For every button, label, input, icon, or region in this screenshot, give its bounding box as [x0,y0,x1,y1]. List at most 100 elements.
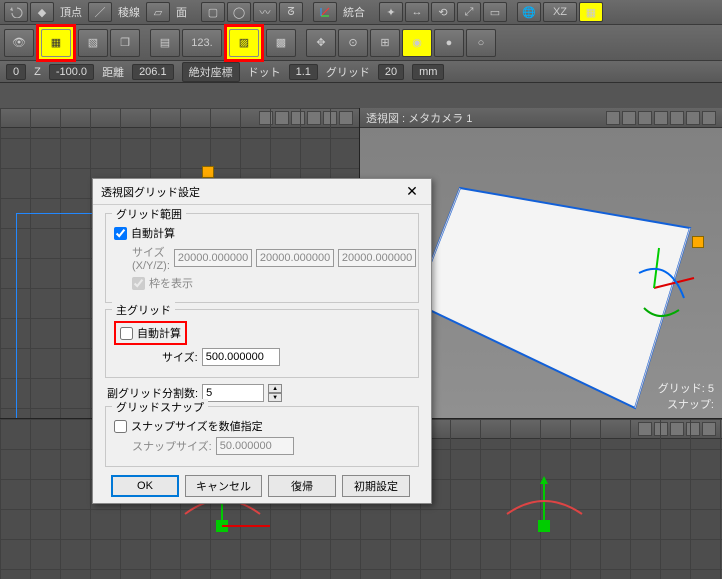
mesh-icon[interactable]: ⊞ [370,29,400,57]
tool-rotate-icon[interactable]: ⟲ [431,2,455,22]
edge-mode-button[interactable]: ／ [88,2,112,22]
group-label-main-grid: 主グリッド [112,302,175,318]
integrate-label: 統合 [343,4,365,20]
highlight-tool-icon[interactable]: ◉ [402,29,432,57]
sel-lasso-icon[interactable]: 〰 [253,2,277,22]
tool-wand-icon[interactable]: ✦ [379,2,403,22]
grid-button[interactable]: ▦ [41,29,71,57]
dialog-title: 透視図グリッド設定 [101,184,200,200]
snap-toggle-icon[interactable]: ▦ [579,2,603,22]
show-frame-label: 枠を表示 [149,275,193,291]
snap-settings-button[interactable]: ▨ [229,29,259,57]
size-xyz-label: サイズ (X/Y/Z): [132,244,170,272]
close-icon[interactable]: ✕ [401,181,423,203]
view-icon[interactable]: 👁 [4,29,34,57]
group-grid-snap: グリッドスナップ スナップサイズを数値指定 スナップサイズ: [105,406,419,467]
status-z-val: -100.0 [49,64,94,80]
numeric-icon[interactable]: 123. [182,29,222,57]
size-y-field [256,249,334,267]
sel-brush-icon[interactable]: ᘔ [279,2,303,22]
status-dist-label: 距離 [102,64,124,80]
vp-tool-icon[interactable] [670,111,684,125]
ok-button[interactable]: OK [111,475,179,497]
vp-tool-icon[interactable] [654,111,668,125]
tool-move-icon[interactable]: ↔ [405,2,429,22]
auto-calc-range-checkbox[interactable] [114,227,127,240]
xz-button[interactable]: XZ [543,2,577,22]
status-dot-val: 1.1 [289,64,318,80]
face-label: 面 [176,4,187,20]
status-bar: 0 Z -100.0 距離 206.1 絶対座標 ドット 1.1 グリッド 20… [0,61,722,83]
viewport-right-title: 透視図 : メタカメラ 1 [366,110,472,126]
vertex-label: 頂点 [60,4,82,20]
snap-settings-highlight: ▨ [224,24,264,62]
group-label-grid-range: グリッド範囲 [112,206,186,222]
group-label-grid-snap: グリッドスナップ [112,399,208,415]
auto-calc-main-highlight: 自動計算 [114,321,187,345]
auto-calc-main-checkbox[interactable] [120,327,133,340]
sel-circle-icon[interactable]: ◯ [227,2,251,22]
sel-rect-icon[interactable]: ▢ [201,2,225,22]
globe-icon[interactable]: 🌐 [517,2,541,22]
snap-numeric-label: スナップサイズを数値指定 [131,418,263,434]
tool-scale-icon[interactable]: ⤢ [457,2,481,22]
gizmo-bottom-right[interactable] [502,476,622,559]
group-grid-range: グリッド範囲 自動計算 サイズ (X/Y/Z): 枠を表示 [105,213,419,303]
toolbar-tools: 👁 ▦ ▧ ❐ ▤ 123. ▨ ▩ ✥ ⊙ ⊞ ◉ ● ○ [0,25,722,61]
viewport-info-overlay: グリッド: 5 スナップ: [658,380,714,412]
vp-tool-icon[interactable] [686,111,700,125]
cancel-button[interactable]: キャンセル [185,475,262,497]
doc-icon[interactable]: ▤ [150,29,180,57]
vp-tool-icon[interactable] [622,111,636,125]
wireframe-icon[interactable]: ▩ [266,29,296,57]
status-z-label: Z [34,66,41,78]
toolbar-modes: ◆ 頂点 ／ 稜線 ▱ 面 ▢ ◯ 〰 ᘔ 統合 ✦ ↔ ⟲ ⤢ ▭ 🌐 XZ … [0,0,722,25]
status-axis0: 0 [6,64,26,80]
transform-icon[interactable]: ✥ [306,29,336,57]
main-size-field[interactable] [202,348,280,366]
vp-tool-icon[interactable] [638,111,652,125]
status-grid-label: グリッド [326,64,370,80]
tool-box-icon[interactable]: ▭ [483,2,507,22]
grid-button-highlight: ▦ [36,24,76,62]
snap-size-field [216,437,294,455]
cube-icon[interactable]: ▧ [78,29,108,57]
show-frame-checkbox [132,277,145,290]
handle-marker[interactable] [692,236,704,248]
size-x-field [174,249,252,267]
gizmo-3d[interactable] [644,248,704,331]
status-dot-label: ドット [248,64,281,80]
defaults-button[interactable]: 初期設定 [342,475,410,497]
sphere-icon[interactable]: ● [434,29,464,57]
snap-size-label: スナップサイズ: [132,438,212,454]
vertex-mode-button[interactable]: ◆ [30,2,54,22]
face-mode-button[interactable]: ▱ [146,2,170,22]
status-coord-mode[interactable]: 絶対座標 [182,62,240,82]
box3d-icon[interactable]: ❐ [110,29,140,57]
revert-button[interactable]: 復帰 [268,475,336,497]
status-grid-val: 20 [378,64,404,80]
spin-up-icon[interactable]: ▲ [268,384,282,393]
auto-calc-main-label: 自動計算 [137,325,181,341]
axis-icon[interactable] [313,2,337,22]
status-unit[interactable]: mm [412,64,444,80]
edge-label: 稜線 [118,4,140,20]
grid-settings-dialog: 透視図グリッド設定 ✕ グリッド範囲 自動計算 サイズ (X/Y/Z): 枠を表… [92,178,432,504]
sub-div-spinner[interactable]: ▲▼ [268,384,282,402]
magnet-icon[interactable]: ⊙ [338,29,368,57]
snap-numeric-checkbox[interactable] [114,420,127,433]
size-z-field [338,249,416,267]
handle-marker[interactable] [202,166,214,178]
status-dist-val: 206.1 [132,64,174,80]
sub-div-field[interactable] [202,384,264,402]
vp-tool-icon[interactable] [606,111,620,125]
circle-tool-icon[interactable]: ○ [466,29,496,57]
auto-calc-range-label: 自動計算 [131,225,175,241]
dialog-titlebar[interactable]: 透視図グリッド設定 ✕ [93,179,431,205]
vp-tool-icon[interactable] [702,111,716,125]
group-main-grid: 主グリッド 自動計算 サイズ: [105,309,419,378]
main-size-label: サイズ: [162,349,198,365]
spin-down-icon[interactable]: ▼ [268,393,282,402]
undo-icon[interactable] [4,2,28,22]
viewport-right-header: 透視図 : メタカメラ 1 [360,108,722,128]
